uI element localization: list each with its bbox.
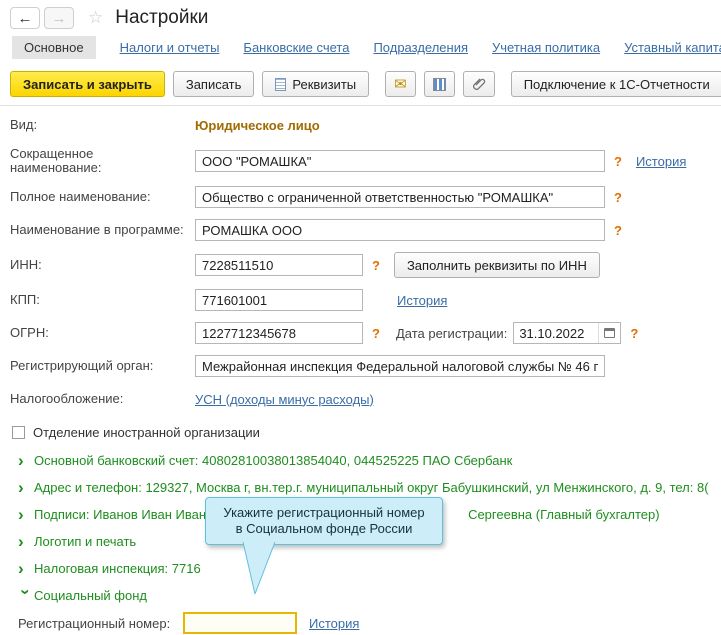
section-tax-office-label: Налоговая инспекция: 7716: [34, 561, 201, 576]
save-button[interactable]: Записать: [173, 71, 255, 97]
section-bank-account[interactable]: › Основной банковский счет: 408028100380…: [10, 447, 711, 474]
section-address-label: Адрес и телефон: 129327, Москва г, вн.те…: [34, 480, 709, 495]
report-button[interactable]: [424, 71, 455, 97]
social-fund-tooltip: Укажите регистрационный номер в Социальн…: [205, 497, 443, 545]
connect-1c-reporting-button[interactable]: Подключение к 1С-Отчетности: [511, 71, 721, 97]
send-mail-button[interactable]: ✉: [385, 71, 416, 97]
app-name-label: Наименование в программе:: [10, 223, 195, 237]
reg-authority-row: Регистрирующий орган:: [10, 355, 711, 377]
envelope-icon: ✉: [394, 77, 407, 92]
settings-window: ← → ☆ Настройки Основное Налоги и отчеты…: [0, 0, 721, 635]
titlebar: ← → ☆ Настройки: [0, 0, 721, 34]
chevron-right-icon: ›: [18, 560, 34, 577]
chevron-right-icon: ›: [18, 533, 34, 550]
inn-input[interactable]: [195, 254, 363, 276]
foreign-org-label: Отделение иностранной организации: [33, 425, 260, 440]
ogrn-label: ОГРН:: [10, 326, 195, 340]
organization-form: Вид: Юридическое лицо Сокращенное наимен…: [0, 106, 721, 635]
app-name-row: Наименование в программе: ?: [10, 219, 711, 241]
inn-label: ИНН:: [10, 258, 195, 272]
full-name-input[interactable]: [195, 186, 605, 208]
reg-date-field: [513, 322, 621, 344]
back-button[interactable]: ←: [10, 7, 40, 29]
requisites-label: Реквизиты: [292, 77, 356, 92]
calendar-glyph: [604, 328, 615, 338]
help-icon[interactable]: ?: [630, 326, 638, 341]
toolbar: Записать и закрыть Записать Реквизиты ✉ …: [0, 65, 721, 106]
section-bank-label: Основной банковский счет: 40802810038013…: [34, 453, 512, 468]
report-columns-icon: [433, 78, 446, 91]
tab-nalogi-i-otchety[interactable]: Налоги и отчеты: [120, 40, 220, 55]
chevron-right-icon: ›: [18, 479, 34, 496]
tab-bankovskie-scheta[interactable]: Банковские счета: [243, 40, 349, 55]
full-name-label: Полное наименование:: [10, 190, 195, 204]
reg-authority-label: Регистрирующий орган:: [10, 359, 195, 373]
calendar-icon[interactable]: [598, 323, 620, 343]
registration-number-history-link[interactable]: История: [309, 616, 359, 631]
fill-by-inn-button[interactable]: Заполнить реквизиты по ИНН: [394, 252, 600, 278]
requisites-button[interactable]: Реквизиты: [262, 71, 369, 97]
page-title: Настройки: [115, 7, 208, 29]
tooltip-line2: в Социальном фонде России: [216, 521, 432, 537]
tooltip-tail: [242, 542, 288, 596]
section-tax-office[interactable]: › Налоговая инспекция: 7716: [10, 555, 711, 582]
help-icon[interactable]: ?: [614, 154, 622, 169]
foreign-org-checkbox[interactable]: [12, 426, 25, 439]
ogrn-row: ОГРН: ? Дата регистрации: ?: [10, 322, 711, 344]
tab-osnovnoe[interactable]: Основное: [12, 36, 96, 59]
tooltip-line1: Укажите регистрационный номер: [216, 505, 432, 521]
short-name-history-link[interactable]: История: [636, 154, 686, 169]
taxation-row: Налогообложение: УСН (доходы минус расхо…: [10, 388, 711, 410]
tab-bar: Основное Налоги и отчеты Банковские счет…: [0, 34, 721, 65]
kind-label: Вид:: [10, 118, 195, 132]
section-signatures-label-right: Сергеевна (Главный бухгалтер): [468, 507, 659, 522]
reg-date-label: Дата регистрации:: [396, 326, 507, 341]
kpp-input[interactable]: [195, 289, 363, 311]
taxation-label: Налогообложение:: [10, 392, 195, 406]
help-icon[interactable]: ?: [614, 190, 622, 205]
attachments-button[interactable]: [463, 71, 495, 97]
section-social-fund[interactable]: › Социальный фонд: [10, 582, 711, 609]
kind-value: Юридическое лицо: [195, 118, 320, 133]
reg-date-input[interactable]: [514, 324, 598, 342]
help-icon[interactable]: ?: [372, 326, 380, 341]
section-social-fund-label: Социальный фонд: [34, 588, 147, 603]
kind-row: Вид: Юридическое лицо: [10, 114, 711, 136]
save-and-close-button[interactable]: Записать и закрыть: [10, 71, 165, 97]
app-name-input[interactable]: [195, 219, 605, 241]
tab-podrazdeleniya[interactable]: Подразделения: [373, 40, 468, 55]
kpp-row: КПП: История: [10, 289, 711, 311]
forward-button[interactable]: →: [44, 7, 74, 29]
chevron-down-icon: ›: [18, 589, 35, 605]
tab-ustavnyy-kapital[interactable]: Уставный капитал: [624, 40, 721, 55]
reg-authority-input[interactable]: [195, 355, 605, 377]
help-icon[interactable]: ?: [372, 258, 380, 273]
registration-number-row: Регистрационный номер: История: [10, 612, 711, 634]
taxation-link[interactable]: УСН (доходы минус расходы): [195, 392, 374, 407]
ogrn-input[interactable]: [195, 322, 363, 344]
inn-row: ИНН: ? Заполнить реквизиты по ИНН: [10, 252, 711, 278]
short-name-label: Сокращенное наименование:: [10, 147, 195, 175]
tab-uchetnaya-politika[interactable]: Учетная политика: [492, 40, 600, 55]
chevron-right-icon: ›: [18, 506, 34, 523]
help-icon[interactable]: ?: [614, 223, 622, 238]
kpp-history-link[interactable]: История: [397, 293, 447, 308]
foreign-branch-row: Отделение иностранной организации: [10, 421, 711, 443]
registration-number-input[interactable]: [183, 612, 297, 634]
full-name-row: Полное наименование: ?: [10, 186, 711, 208]
favorite-star-icon[interactable]: ☆: [88, 8, 103, 28]
registration-number-label: Регистрационный номер:: [18, 616, 183, 631]
short-name-row: Сокращенное наименование: ? История: [10, 147, 711, 175]
short-name-input[interactable]: [195, 150, 605, 172]
kpp-label: КПП:: [10, 293, 195, 307]
chevron-right-icon: ›: [18, 452, 34, 469]
section-signatures-label-left: Подписи: Иванов Иван Иван: [34, 507, 206, 522]
section-logo-label: Логотип и печать: [34, 534, 136, 549]
paperclip-icon: [472, 77, 486, 91]
document-icon: [275, 78, 286, 91]
